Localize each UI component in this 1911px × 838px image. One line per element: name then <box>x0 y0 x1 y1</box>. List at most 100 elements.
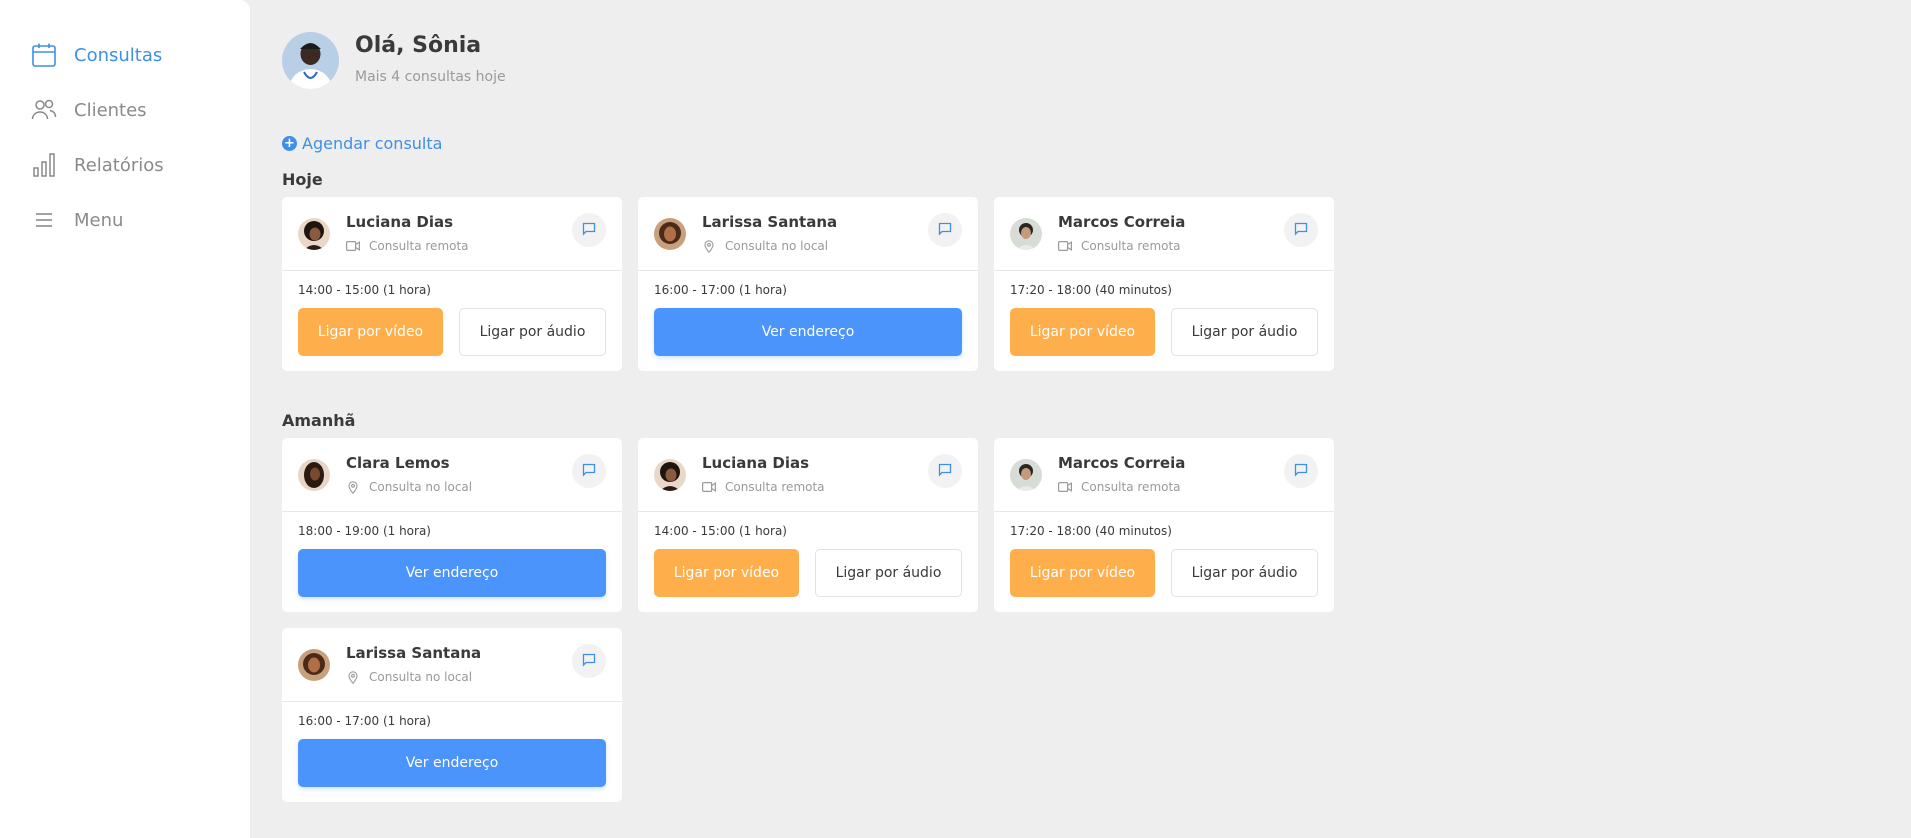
sidebar-item-label: Relatórios <box>74 154 164 176</box>
client-name: Luciana Dias <box>346 213 454 231</box>
audio-call-button[interactable]: Ligar por áudio <box>459 308 606 356</box>
appointment-time: 18:00 - 19:00 (1 hora) <box>298 524 431 538</box>
client-name: Larissa Santana <box>346 644 482 662</box>
video-call-button[interactable]: Ligar por vídeo <box>1010 549 1155 597</box>
client-name: Larissa Santana <box>702 213 838 231</box>
appointment-card: Clara Lemos Consulta no local 18:00 - 19… <box>282 438 622 612</box>
audio-call-button[interactable]: Ligar por áudio <box>815 549 962 597</box>
page-title: Olá, Sônia <box>355 33 482 58</box>
appointment-type-label: Consulta remota <box>1081 480 1181 494</box>
appointment-card: Luciana Dias Consulta remota 14:00 - 15:… <box>282 197 622 371</box>
sidebar: Consultas Clientes Relatórios Menu <box>0 0 250 838</box>
card-header: Larissa Santana Consulta no local <box>282 628 622 702</box>
bar-chart-icon <box>30 151 58 179</box>
message-button[interactable] <box>928 213 962 247</box>
audio-call-button[interactable]: Ligar por áudio <box>1171 308 1318 356</box>
appointment-time: 14:00 - 15:00 (1 hora) <box>298 283 431 297</box>
view-address-button[interactable]: Ver endereço <box>654 308 962 356</box>
view-address-button[interactable]: Ver endereço <box>298 739 606 787</box>
appointment-type-label: Consulta no local <box>725 239 829 253</box>
appointment-type-label: Consulta no local <box>369 480 473 494</box>
menu-icon <box>30 206 58 234</box>
video-call-button[interactable]: Ligar por vídeo <box>1010 308 1155 356</box>
chat-icon <box>582 462 596 481</box>
appointment-type-label: Consulta no local <box>369 670 473 684</box>
appointment-card: Larissa Santana Consulta no local 16:00 … <box>282 628 622 802</box>
video-call-button[interactable]: Ligar por vídeo <box>654 549 799 597</box>
audio-call-button[interactable]: Ligar por áudio <box>1171 549 1318 597</box>
video-call-button[interactable]: Ligar por vídeo <box>298 308 443 356</box>
message-button[interactable] <box>572 213 606 247</box>
message-button[interactable] <box>572 644 606 678</box>
schedule-appointment-label: Agendar consulta <box>302 134 443 153</box>
avatar <box>298 649 330 681</box>
sidebar-item-clientes[interactable]: Clientes <box>30 95 147 125</box>
message-button[interactable] <box>928 454 962 488</box>
appointment-card: Luciana Dias Consulta remota 14:00 - 15:… <box>638 438 978 612</box>
message-button[interactable] <box>1284 213 1318 247</box>
section-title-hoje: Hoje <box>282 170 323 189</box>
video-icon <box>1058 481 1072 493</box>
card-header: Clara Lemos Consulta no local <box>282 438 622 512</box>
appointment-card: Larissa Santana Consulta no local 16:00 … <box>638 197 978 371</box>
chat-icon <box>582 652 596 671</box>
card-header: Larissa Santana Consulta no local <box>638 197 978 271</box>
card-header: Marcos Correia Consulta remota <box>994 197 1334 271</box>
appointment-card: Marcos Correia Consulta remota 17:20 - 1… <box>994 438 1334 612</box>
message-button[interactable] <box>572 454 606 488</box>
client-name: Marcos Correia <box>1058 213 1186 231</box>
sidebar-item-label: Consultas <box>74 44 163 66</box>
calendar-icon <box>30 41 58 69</box>
message-button[interactable] <box>1284 454 1318 488</box>
appointment-type: Consulta remota <box>1058 239 1181 253</box>
appointment-type-label: Consulta remota <box>725 480 825 494</box>
appointment-type: Consulta no local <box>346 670 472 684</box>
appointment-type: Consulta no local <box>346 480 472 494</box>
appointment-time: 16:00 - 17:00 (1 hora) <box>298 714 431 728</box>
video-icon <box>346 240 360 252</box>
sidebar-item-label: Menu <box>74 209 124 231</box>
appointment-type: Consulta remota <box>346 239 469 253</box>
chat-icon <box>938 462 952 481</box>
appointment-time: 17:20 - 18:00 (40 minutos) <box>1010 524 1172 538</box>
chat-icon <box>1294 221 1308 240</box>
appointment-type-label: Consulta remota <box>369 239 469 253</box>
main-content: Olá, Sônia Mais 4 consultas hoje + Agend… <box>250 0 1911 838</box>
video-icon <box>702 481 716 493</box>
sidebar-item-relatorios[interactable]: Relatórios <box>30 150 164 180</box>
appointment-time: 14:00 - 15:00 (1 hora) <box>654 524 787 538</box>
appointment-type-label: Consulta remota <box>1081 239 1181 253</box>
location-pin-icon <box>702 239 716 253</box>
video-icon <box>1058 240 1072 252</box>
view-address-button[interactable]: Ver endereço <box>298 549 606 597</box>
location-pin-icon <box>346 480 360 494</box>
section-title-amanha: Amanhã <box>282 411 356 430</box>
avatar <box>1010 218 1042 250</box>
chat-icon <box>582 221 596 240</box>
appointment-summary: Mais 4 consultas hoje <box>355 69 506 85</box>
avatar <box>654 459 686 491</box>
sidebar-item-menu[interactable]: Menu <box>30 205 123 235</box>
client-name: Marcos Correia <box>1058 454 1186 472</box>
avatar <box>298 459 330 491</box>
appointment-type: Consulta remota <box>1058 480 1181 494</box>
appointment-type: Consulta remota <box>702 480 825 494</box>
users-icon <box>30 96 58 124</box>
avatar <box>1010 459 1042 491</box>
card-header: Luciana Dias Consulta remota <box>282 197 622 271</box>
appointment-time: 16:00 - 17:00 (1 hora) <box>654 283 787 297</box>
client-name: Clara Lemos <box>346 454 450 472</box>
appointment-type: Consulta no local <box>702 239 828 253</box>
avatar <box>654 218 686 250</box>
sidebar-item-label: Clientes <box>74 99 147 121</box>
card-header: Luciana Dias Consulta remota <box>638 438 978 512</box>
plus-circle-icon: + <box>282 136 297 151</box>
chat-icon <box>938 221 952 240</box>
chat-icon <box>1294 462 1308 481</box>
client-name: Luciana Dias <box>702 454 810 472</box>
avatar <box>282 32 339 89</box>
sidebar-item-consultas[interactable]: Consultas <box>30 40 162 70</box>
card-header: Marcos Correia Consulta remota <box>994 438 1334 512</box>
appointment-time: 17:20 - 18:00 (40 minutos) <box>1010 283 1172 297</box>
schedule-appointment-link[interactable]: + Agendar consulta <box>282 134 442 153</box>
